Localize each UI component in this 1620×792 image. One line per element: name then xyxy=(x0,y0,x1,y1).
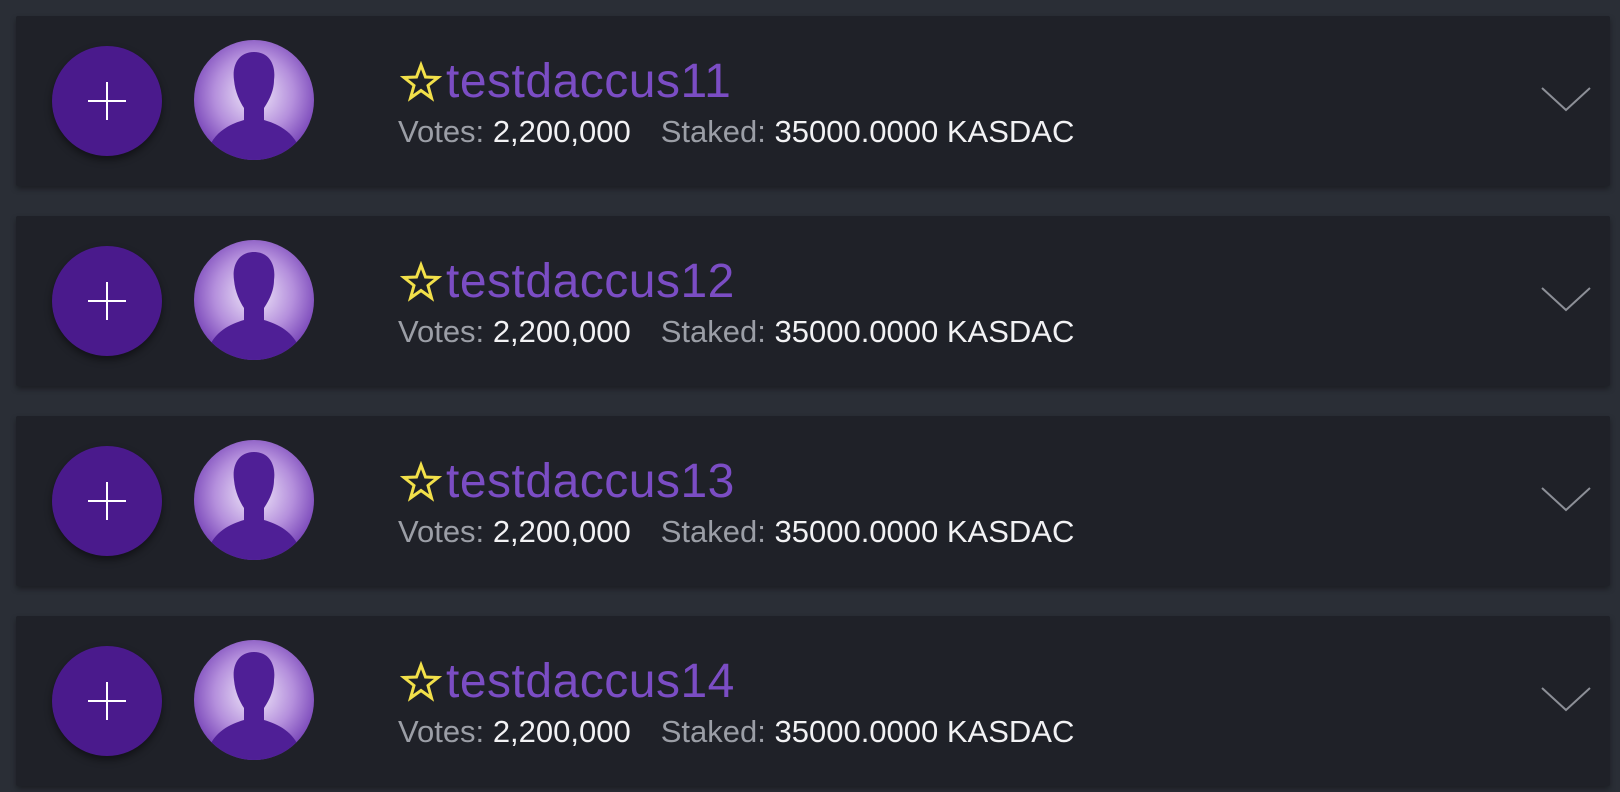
chevron-down-icon xyxy=(1541,287,1591,312)
person-silhouette-icon xyxy=(194,240,314,360)
producer-name[interactable]: testdaccus12 xyxy=(446,252,735,312)
producer-name-row: testdaccus12 xyxy=(400,252,735,312)
person-silhouette-icon xyxy=(194,440,314,560)
plus-icon xyxy=(88,482,126,520)
add-vote-button[interactable] xyxy=(52,446,162,556)
expand-button[interactable] xyxy=(1536,76,1596,126)
expand-button[interactable] xyxy=(1536,676,1596,726)
staked-label: Staked: xyxy=(660,514,766,549)
producer-stats: Votes: 2,200,000 Staked: 35000.0000 KASDA… xyxy=(398,712,1074,752)
plus-icon xyxy=(88,682,126,720)
producer-list: testdaccus11 Votes: 2,200,000 Staked: 350… xyxy=(0,0,1620,792)
star-outline-icon[interactable] xyxy=(400,261,442,303)
star-outline-icon[interactable] xyxy=(400,661,442,703)
producer-card[interactable]: testdaccus11 Votes: 2,200,000 Staked: 350… xyxy=(16,16,1610,186)
votes-value: 2,200,000 xyxy=(492,714,631,749)
staked-value: 35000.0000 KASDAC xyxy=(774,314,1075,349)
producer-card[interactable]: testdaccus14 Votes: 2,200,000 Staked: 350… xyxy=(16,616,1610,786)
producer-name[interactable]: testdaccus11 xyxy=(446,52,731,112)
producer-name-row: testdaccus14 xyxy=(400,652,735,712)
star-outline-icon[interactable] xyxy=(400,461,442,503)
staked-label: Staked: xyxy=(660,714,766,749)
votes-value: 2,200,000 xyxy=(492,114,631,149)
votes-label: Votes: xyxy=(398,514,485,549)
producer-name-row: testdaccus11 xyxy=(400,52,731,112)
avatar xyxy=(194,40,314,160)
chevron-down-icon xyxy=(1541,687,1591,712)
producer-stats: Votes: 2,200,000 Staked: 35000.0000 KASDA… xyxy=(398,512,1074,552)
person-silhouette-icon xyxy=(194,40,314,160)
producer-name[interactable]: testdaccus13 xyxy=(446,452,735,512)
expand-button[interactable] xyxy=(1536,476,1596,526)
staked-value: 35000.0000 KASDAC xyxy=(774,714,1075,749)
votes-value: 2,200,000 xyxy=(492,514,631,549)
plus-icon xyxy=(88,82,126,120)
votes-label: Votes: xyxy=(398,114,485,149)
add-vote-button[interactable] xyxy=(52,246,162,356)
votes-value: 2,200,000 xyxy=(492,314,631,349)
staked-value: 35000.0000 KASDAC xyxy=(774,114,1075,149)
staked-label: Staked: xyxy=(660,314,766,349)
votes-label: Votes: xyxy=(398,714,485,749)
plus-icon xyxy=(88,282,126,320)
avatar xyxy=(194,440,314,560)
producer-stats: Votes: 2,200,000 Staked: 35000.0000 KASDA… xyxy=(398,312,1074,352)
chevron-down-icon xyxy=(1541,487,1591,512)
producer-card[interactable]: testdaccus13 Votes: 2,200,000 Staked: 350… xyxy=(16,416,1610,586)
person-silhouette-icon xyxy=(194,640,314,760)
avatar xyxy=(194,240,314,360)
producer-stats: Votes: 2,200,000 Staked: 35000.0000 KASDA… xyxy=(398,112,1074,152)
staked-value: 35000.0000 KASDAC xyxy=(774,514,1075,549)
add-vote-button[interactable] xyxy=(52,46,162,156)
expand-button[interactable] xyxy=(1536,276,1596,326)
avatar xyxy=(194,640,314,760)
star-outline-icon[interactable] xyxy=(400,61,442,103)
producer-card[interactable]: testdaccus12 Votes: 2,200,000 Staked: 350… xyxy=(16,216,1610,386)
producer-name-row: testdaccus13 xyxy=(400,452,735,512)
add-vote-button[interactable] xyxy=(52,646,162,756)
staked-label: Staked: xyxy=(660,114,766,149)
chevron-down-icon xyxy=(1541,87,1591,112)
producer-name[interactable]: testdaccus14 xyxy=(446,652,735,712)
votes-label: Votes: xyxy=(398,314,485,349)
